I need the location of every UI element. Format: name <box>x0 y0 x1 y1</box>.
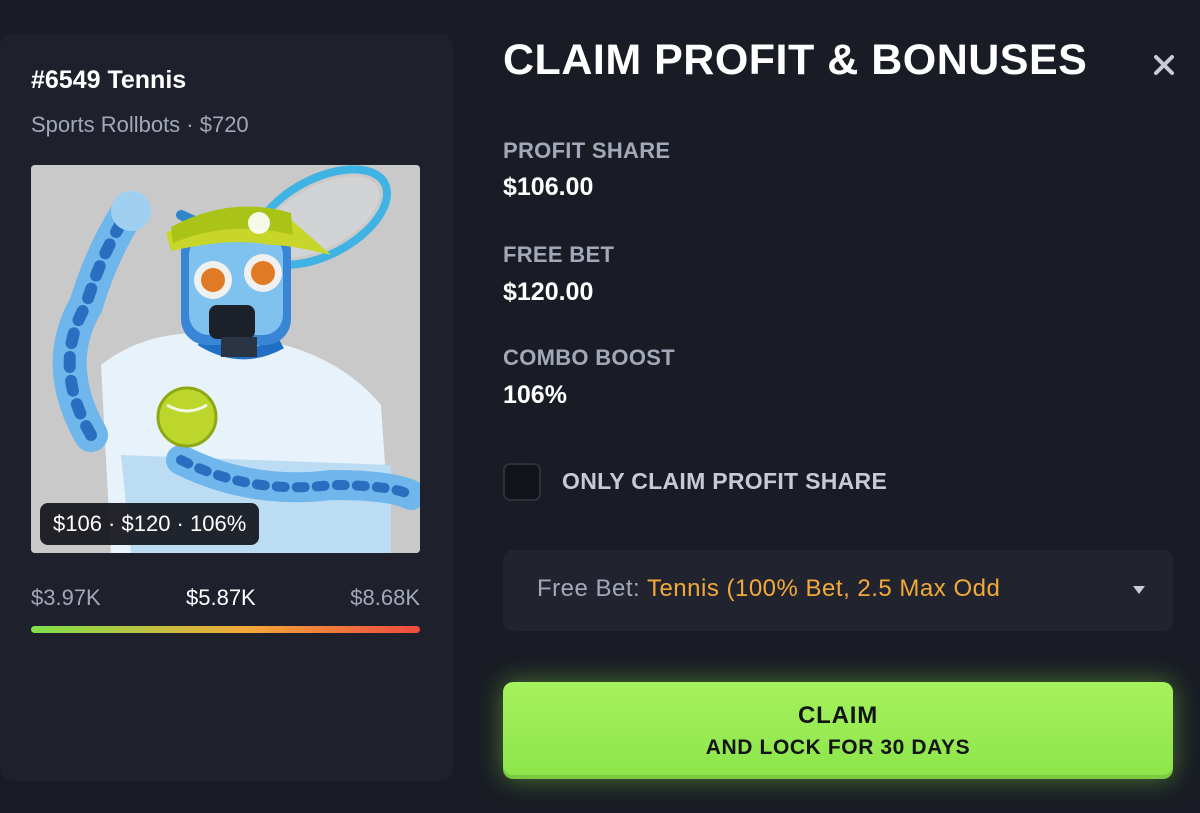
tennis-robot-image <box>31 165 420 553</box>
caret-down-icon <box>1133 586 1145 594</box>
range-gradient-bar <box>31 626 420 633</box>
claim-button-sublabel: AND LOCK FOR 30 DAYS <box>705 735 971 759</box>
combo-boost-label: COMBO BOOST <box>503 345 675 370</box>
nft-subtitle: Sports Rollbots · $720 <box>31 112 249 137</box>
range-low-value: $3.97K <box>31 585 101 610</box>
free-bet-label: FREE BET <box>503 242 615 267</box>
free-bet-select[interactable]: Free Bet: Tennis (100% Bet, 2.5 Max Odd <box>503 550 1173 631</box>
range-high-value: $8.68K <box>350 585 420 610</box>
page-title: CLAIM PROFIT & BONUSES <box>503 36 1088 84</box>
nft-title: #6549 Tennis <box>31 66 187 94</box>
free-bet-select-value: Tennis (100% Bet, 2.5 Max Odd <box>646 575 1001 602</box>
close-icon <box>1154 55 1174 75</box>
claim-button-label: CLAIM <box>798 701 878 729</box>
range-current-value: $5.87K <box>186 585 256 610</box>
profit-share-label: PROFIT SHARE <box>503 138 671 163</box>
free-bet-select-text: Free Bet: Tennis (100% Bet, 2.5 Max Odd <box>537 575 1000 603</box>
combo-boost-value: 106% <box>503 381 567 409</box>
claim-button[interactable]: CLAIM AND LOCK FOR 30 DAYS <box>503 682 1173 779</box>
free-bet-select-prefix: Free Bet: <box>537 575 641 602</box>
stats-badge: $106 · $120 · 106% <box>40 503 260 545</box>
free-bet-value: $120.00 <box>503 278 594 306</box>
price-range: $3.97K $5.87K $8.68K <box>31 585 420 615</box>
close-button[interactable] <box>1149 50 1179 80</box>
profit-share-value: $106.00 <box>503 173 594 201</box>
only-claim-profit-label: ONLY CLAIM PROFIT SHARE <box>562 468 888 494</box>
only-claim-profit-checkbox[interactable] <box>503 463 541 501</box>
